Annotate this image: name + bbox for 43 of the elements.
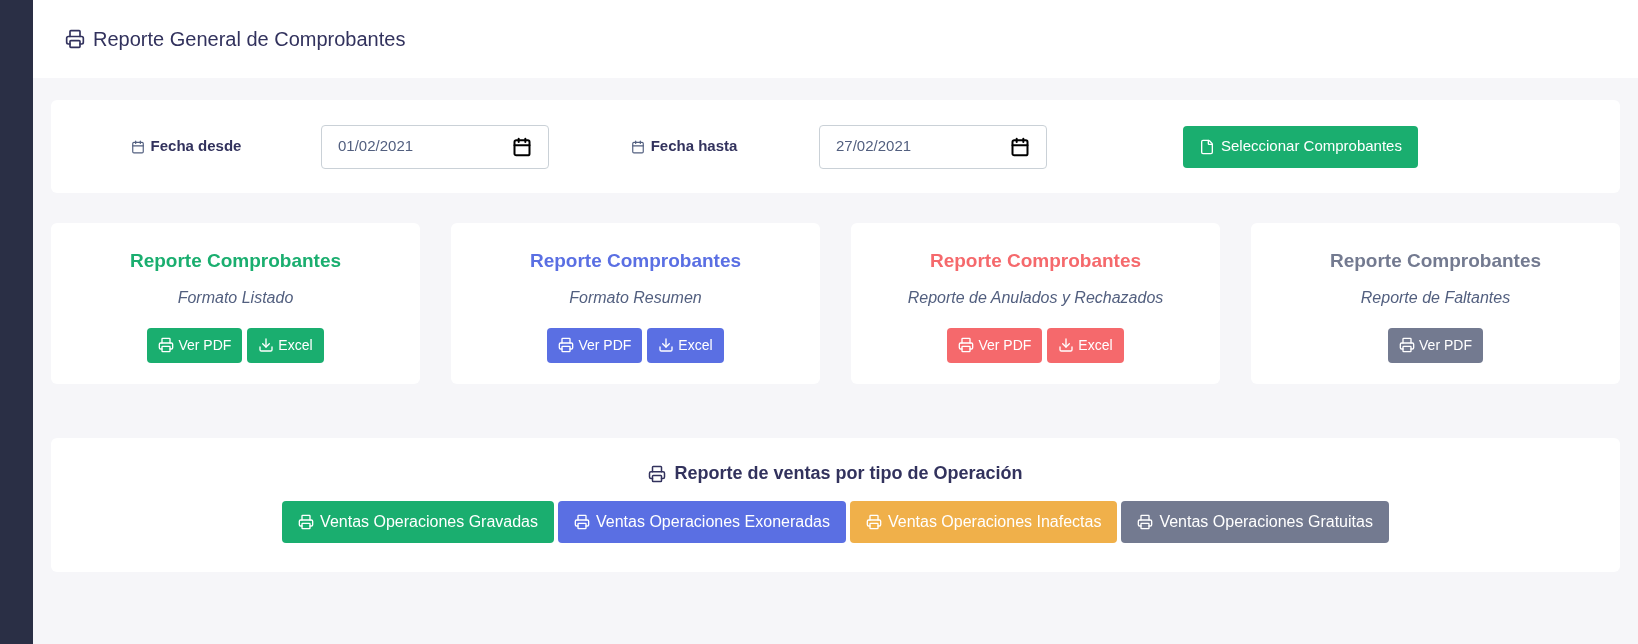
- card-title: Reporte Comprobantes: [129, 249, 342, 273]
- download-icon: [258, 337, 275, 353]
- pdf-button[interactable]: Ver PDF: [147, 327, 243, 363]
- card-subtitle: Formato Resumen: [569, 287, 702, 308]
- card-title: Reporte Comprobantes: [1329, 249, 1542, 273]
- field-label: Fecha hasta: [650, 136, 738, 157]
- operation-button[interactable]: Ventas Operaciones Gravadas: [282, 501, 554, 543]
- calendar-icon: [130, 139, 145, 154]
- card-subtitle: Reporte de Anulados y Rechazados: [907, 287, 1164, 308]
- printer-icon: [1137, 514, 1154, 530]
- document-icon: [1199, 138, 1215, 155]
- excel-button[interactable]: Excel: [247, 327, 324, 363]
- card-subtitle: Reporte de Faltantes: [1360, 287, 1511, 308]
- pdf-button[interactable]: Ver PDF: [547, 327, 643, 363]
- printer-icon: [574, 514, 590, 530]
- excel-button[interactable]: Excel: [647, 327, 724, 363]
- calendar-icon[interactable]: [1010, 136, 1030, 157]
- page-title: Reporte General de Comprobantes: [93, 27, 406, 52]
- date-input[interactable]: 27/02/2021: [819, 124, 1047, 169]
- printer-icon: [65, 29, 85, 49]
- operation-button[interactable]: Ventas Operaciones Gratuitas: [1121, 501, 1389, 543]
- field-label: Fecha desde: [150, 136, 242, 157]
- excel-button[interactable]: Excel: [1047, 327, 1124, 363]
- download-icon: [658, 337, 675, 353]
- calendar-icon: [630, 139, 645, 154]
- operation-button[interactable]: Ventas Operaciones Exoneradas: [558, 501, 846, 543]
- pdf-button[interactable]: Ver PDF: [947, 327, 1043, 363]
- section-title: Reporte de ventas por tipo de Operación: [674, 462, 1023, 485]
- card-subtitle: Formato Listado: [177, 287, 294, 308]
- printer-icon: [865, 514, 882, 530]
- printer-icon: [158, 337, 175, 353]
- printer-icon: [558, 337, 575, 353]
- download-icon: [1058, 337, 1075, 353]
- select-button[interactable]: Seleccionar Comprobantes: [1183, 125, 1418, 168]
- calendar-icon[interactable]: [512, 136, 532, 157]
- card-title: Reporte Comprobantes: [929, 249, 1142, 273]
- printer-icon: [958, 337, 975, 353]
- card-title: Reporte Comprobantes: [529, 249, 742, 273]
- printer-icon: [298, 514, 315, 530]
- printer-icon: [1399, 337, 1416, 353]
- pdf-button[interactable]: Ver PDF: [1388, 327, 1483, 363]
- printer-icon: [648, 464, 667, 483]
- date-input[interactable]: 01/02/2021: [321, 124, 549, 169]
